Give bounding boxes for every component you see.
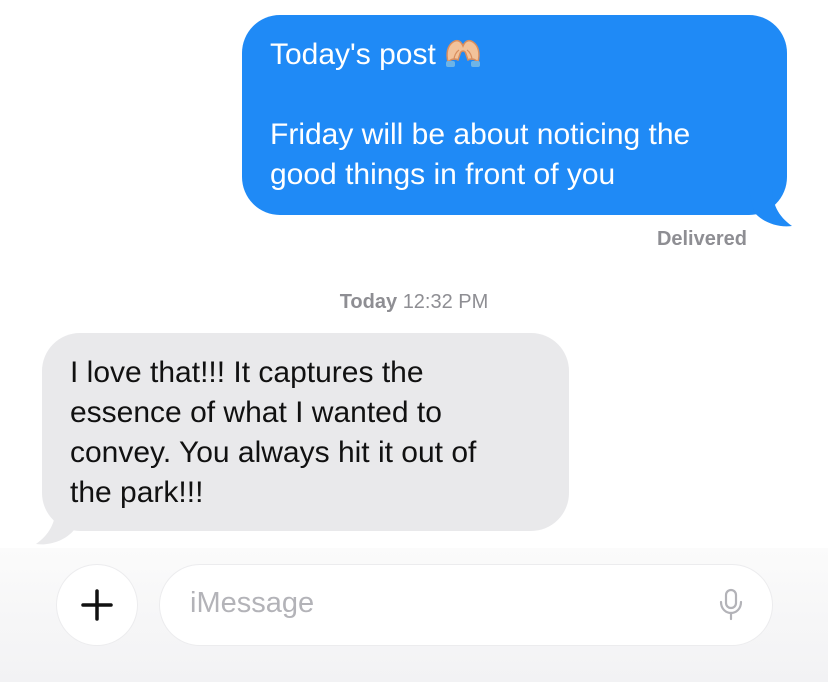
imessage-input[interactable]: iMessage [160,565,772,645]
outgoing-message-bubble[interactable]: Today's post Friday will be about notici… [242,15,787,215]
outgoing-body-line-2: good things in front of you [270,158,616,191]
delivery-status: Delivered [656,228,747,250]
incoming-bubble-tail [36,504,80,545]
outgoing-blank-line [270,75,759,115]
timestamp-time: 12:32 PM [402,291,489,313]
add-attachment-button[interactable] [57,565,137,645]
incoming-message-bubble[interactable]: I love that!!! It captures the essence o… [42,333,569,531]
incoming-line-4: the park!!! [70,476,204,509]
incoming-line-1: I love that!!! It captures the [70,356,424,389]
outgoing-title-text: Today's post [270,38,436,71]
plus-icon [81,589,113,621]
outgoing-body-line-1: Friday will be about noticing the [270,118,691,151]
heart-hands-icon [445,39,480,67]
incoming-line-3: convey. You always hit it out of [70,436,477,469]
imessage-placeholder: iMessage [190,587,315,619]
outgoing-title-line: Today's post [270,35,759,75]
outgoing-bubble-tail [748,186,792,227]
message-timestamp: Today 12:32 PM [0,291,828,314]
microphone-icon[interactable] [718,587,744,623]
message-thread: Today's post Friday will be about notici… [0,0,828,682]
incoming-line-2: essence of what I wanted to [70,396,442,429]
timestamp-day: Today [339,291,398,313]
